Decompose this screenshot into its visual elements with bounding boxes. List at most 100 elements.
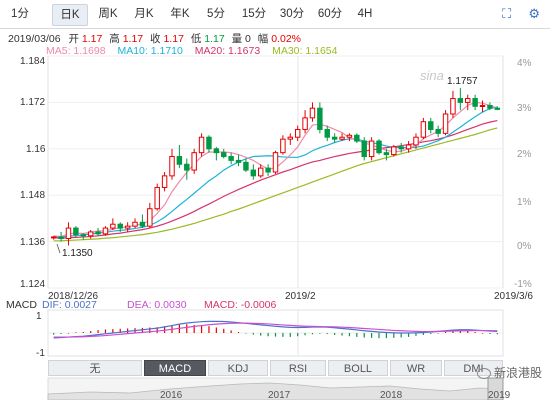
candle-body bbox=[280, 138, 286, 154]
overview-year: 2017 bbox=[268, 390, 291, 400]
dea-legend: DEA: 0.0030 bbox=[127, 299, 187, 311]
candle-body bbox=[132, 221, 138, 227]
macd-axis-tick: -1 bbox=[36, 348, 45, 359]
macd-bar bbox=[82, 332, 84, 333]
macd-bar bbox=[311, 333, 314, 335]
macd-bar bbox=[385, 333, 388, 339]
candle-body bbox=[161, 175, 168, 188]
candle-body bbox=[487, 104, 493, 109]
macd-bar bbox=[282, 333, 284, 337]
overview-year: 2019 bbox=[488, 390, 511, 400]
candle-body bbox=[102, 227, 109, 235]
macd-bar bbox=[481, 333, 484, 334]
candle-body bbox=[376, 140, 382, 154]
macd-bar bbox=[208, 326, 210, 333]
candle-body bbox=[221, 152, 227, 158]
macd-bar bbox=[237, 332, 240, 333]
sina-watermark: sina bbox=[420, 68, 444, 83]
candle-body bbox=[191, 152, 197, 171]
overview-year: 2018 bbox=[380, 390, 403, 400]
macd-bar bbox=[289, 333, 291, 337]
candle-body bbox=[472, 98, 478, 107]
candle-body bbox=[346, 134, 353, 138]
overview-year: 2016 bbox=[160, 390, 183, 400]
macd-bar bbox=[378, 333, 380, 339]
candle-body bbox=[420, 121, 427, 138]
macd-bar bbox=[348, 333, 351, 337]
dif-legend: DIF: 0.0027 bbox=[42, 299, 97, 311]
candle-body bbox=[331, 136, 338, 140]
macd-bar bbox=[245, 333, 247, 334]
candle-body bbox=[213, 148, 220, 154]
indicator-wr-button[interactable]: WR bbox=[390, 360, 442, 376]
candle-body bbox=[80, 234, 86, 237]
price-tick: 1.124 bbox=[20, 279, 45, 290]
candle-body bbox=[243, 161, 249, 171]
candle-body bbox=[405, 144, 412, 150]
candle-body bbox=[95, 231, 101, 235]
candle-body bbox=[339, 136, 345, 140]
kline-chart[interactable]: 1.184 1.172 1.16 1.148 1.136 1.124 4% 3%… bbox=[0, 0, 550, 400]
candle-body bbox=[391, 146, 397, 156]
wechat-icon bbox=[476, 368, 491, 380]
macd-bar bbox=[489, 333, 491, 334]
candle-body bbox=[265, 167, 271, 173]
macd-bar bbox=[474, 332, 476, 333]
date-end-label: 2019/3/6 bbox=[494, 291, 533, 302]
price-tick: 1.184 bbox=[20, 56, 45, 67]
macd-bar bbox=[215, 327, 217, 333]
macd-bar bbox=[223, 328, 225, 333]
candle-body bbox=[50, 236, 57, 239]
watermark-text: 新浪港股 bbox=[493, 366, 542, 380]
macd-bar bbox=[90, 331, 92, 333]
candle-body bbox=[117, 223, 123, 229]
pct-tick: 3% bbox=[517, 103, 532, 114]
macd-legend: MACD: -0.0006 bbox=[204, 299, 277, 311]
macd-bar bbox=[67, 333, 70, 334]
macd-bar bbox=[97, 330, 99, 333]
macd-bar bbox=[430, 333, 432, 334]
candle-body bbox=[139, 221, 146, 227]
macd-bar bbox=[334, 333, 336, 335]
candle-body bbox=[428, 121, 434, 130]
indicator-kdj-button[interactable]: KDJ bbox=[208, 360, 268, 376]
macd-bar bbox=[400, 333, 402, 338]
date-mid-label: 2019/2 bbox=[285, 291, 316, 302]
macd-bar bbox=[437, 333, 439, 334]
macd-bar bbox=[186, 324, 188, 333]
price-tick: 1.16 bbox=[26, 144, 46, 155]
candle-body bbox=[184, 163, 190, 171]
macd-bar bbox=[363, 333, 365, 338]
candle-body bbox=[154, 186, 160, 210]
price-tick: 1.148 bbox=[20, 190, 45, 201]
candle-body bbox=[147, 208, 153, 227]
candle-body bbox=[124, 225, 131, 229]
page-watermark: 新浪港股 bbox=[476, 364, 542, 381]
candle-body bbox=[383, 152, 390, 156]
indicator-rsi-button[interactable]: RSI bbox=[270, 360, 326, 376]
macd-bar bbox=[60, 333, 62, 334]
pct-tick: 0% bbox=[517, 241, 532, 252]
candle-body bbox=[65, 227, 72, 240]
candle-body bbox=[368, 140, 375, 158]
candle-body bbox=[450, 98, 456, 115]
candle-body bbox=[324, 128, 330, 138]
macd-bar bbox=[319, 333, 321, 334]
pct-tick: -1% bbox=[514, 279, 532, 290]
indicator-boll-button[interactable]: BOLL bbox=[328, 360, 388, 376]
min-price-label: 1.1350 bbox=[62, 248, 93, 259]
macd-bar bbox=[467, 331, 469, 333]
pct-tick: 2% bbox=[517, 149, 532, 160]
macd-bar bbox=[274, 333, 277, 337]
candle-body bbox=[361, 140, 367, 158]
candle-body bbox=[309, 107, 316, 119]
indicator-macd-button[interactable]: MACD bbox=[144, 360, 206, 376]
macd-bar bbox=[371, 333, 373, 338]
min-pointer bbox=[56, 243, 61, 254]
candle-body bbox=[73, 227, 79, 236]
candle-body bbox=[354, 134, 360, 142]
candle-body bbox=[494, 107, 501, 110]
indicator-none-button[interactable]: 无 bbox=[48, 360, 142, 376]
candle-body bbox=[169, 156, 175, 177]
price-tick: 1.172 bbox=[20, 97, 45, 108]
